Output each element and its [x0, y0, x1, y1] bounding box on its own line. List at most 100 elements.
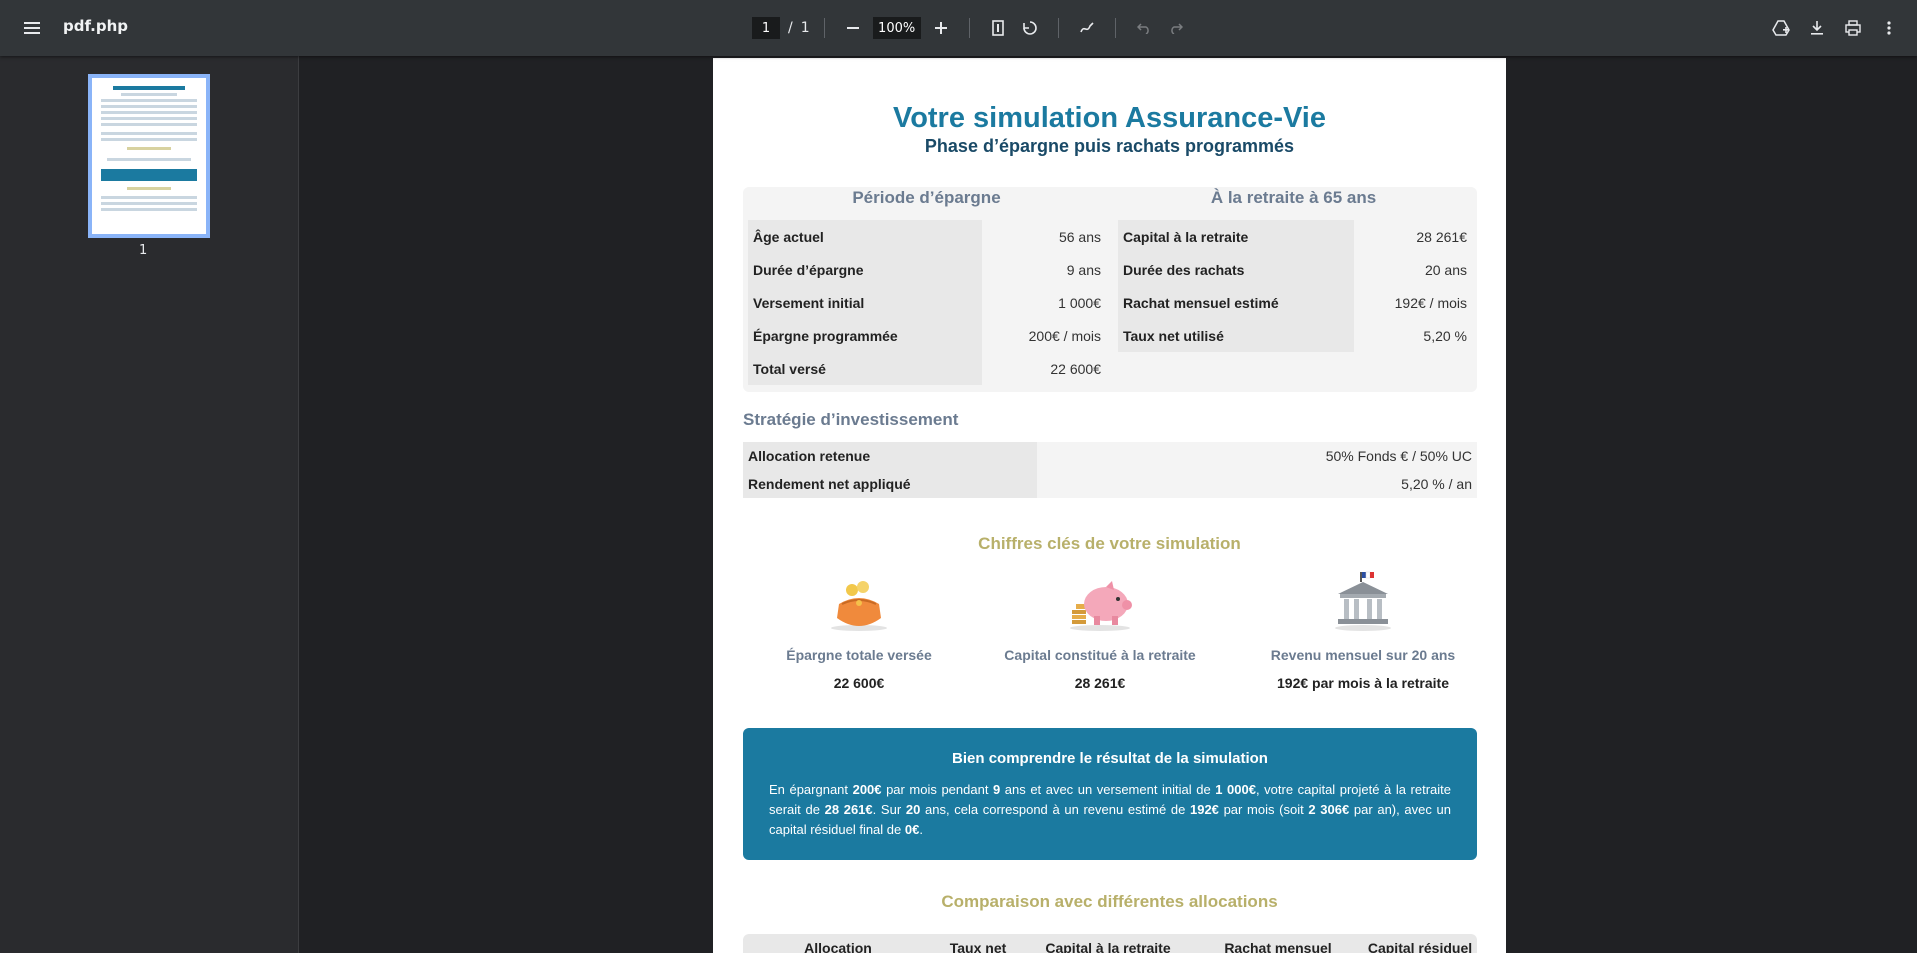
row-label: Durée des rachats [1118, 253, 1355, 286]
row-value: 20 ans [1424, 261, 1467, 278]
explanation-fragment: par mois pendant [881, 782, 993, 797]
strategy-table: Allocation retenue 50% Fonds € / 50% UC Re… [743, 442, 1477, 498]
toolbar-divider [823, 18, 825, 38]
row-label: Taux net utilisé [1118, 319, 1355, 352]
explanation-fragment: ans et avec un versement initial de [1000, 782, 1216, 797]
explanation-text: En épargnant 200€ par mois pendant 9 ans… [769, 780, 1451, 840]
row-value: 1 000€ [1058, 294, 1101, 311]
toolbar-divider [1114, 18, 1116, 38]
simulation-subtitle: Phase d’épargne puis rachats programmés [924, 136, 1295, 156]
thumbnail-title-line [113, 86, 185, 90]
table-row: Total versé 22 600€ [748, 352, 1106, 385]
key-figure-income: Revenu mensuel sur 20 ans 192€ par mois … [1248, 570, 1478, 691]
fit-page-icon[interactable] [984, 14, 1012, 42]
highlight-value: 0€ [904, 822, 920, 837]
save-to-drive-icon[interactable] [1767, 14, 1795, 42]
row-value: 50% Fonds € / 50% UC [1325, 448, 1472, 464]
more-options-icon[interactable] [1875, 14, 1903, 42]
saving-period-heading: Période d’épargne [852, 188, 1001, 207]
row-value: 5,20 % [1423, 327, 1467, 344]
row-label: Capital à la retraite [1118, 220, 1355, 253]
explanation-fragment: En épargnant [769, 782, 853, 797]
highlight-value: 200€ [852, 782, 882, 797]
table-row: Durée des rachats 20 ans [1118, 253, 1472, 286]
key-figure-capital: Capital constitué à la retraite 28 261€ [985, 570, 1215, 691]
redo-icon[interactable] [1162, 14, 1190, 42]
row-value: 200€ / mois [1028, 327, 1101, 344]
annotate-pen-icon[interactable] [1073, 14, 1101, 42]
explanation-fragment: . Sur [872, 802, 906, 817]
thumbnail-sidebar: 1 [0, 56, 299, 953]
row-label: Épargne programmée [748, 319, 982, 352]
row-value: 5,20 % / an [1401, 476, 1472, 492]
row-label: Total versé [748, 352, 982, 385]
explanation-fragment: . [919, 822, 923, 837]
coin-purse-icon [744, 570, 974, 632]
row-label: Âge actuel [748, 220, 982, 253]
zoom-out-icon[interactable] [839, 14, 867, 42]
page-total: 1 [800, 20, 810, 36]
key-figure-value: 22 600€ [833, 675, 885, 691]
key-figure-label: Épargne totale versée [786, 647, 932, 663]
highlight-value: 1 000€ [1215, 782, 1256, 797]
key-figure-label: Revenu mensuel sur 20 ans [1270, 647, 1456, 663]
row-value: 22 600€ [1050, 360, 1101, 377]
table-row: Capital à la retraite 28 261€ [1118, 220, 1472, 253]
saving-table: Âge actuel 56 ans Durée d’épargne 9 ans Vers… [748, 220, 1106, 385]
row-label: Allocation retenue [743, 442, 1037, 470]
key-figure-value: 192€ par mois à la retraite [1277, 675, 1449, 691]
comparison-table-header: Allocation Taux net Capital à la retraite R… [743, 934, 1477, 953]
table-row: Épargne programmée 200€ / mois [748, 319, 1106, 352]
key-figures-heading: Chiffres clés de votre simulation [978, 534, 1241, 553]
row-label: Versement initial [748, 286, 982, 319]
rotate-icon[interactable] [1016, 14, 1044, 42]
toolbar-right [1767, 14, 1903, 42]
table-row: Allocation retenue 50% Fonds € / 50% UC [743, 442, 1477, 470]
toolbar-divider [968, 18, 970, 38]
highlight-value: 2 306€ [1308, 802, 1350, 817]
explanation-box: Bien comprendre le résultat de la simula… [743, 728, 1477, 860]
comparison-column-header: Taux net [949, 940, 1007, 953]
table-row: Taux net utilisé 5,20 % [1118, 319, 1472, 352]
pdf-toolbar: pdf.php / 1 [0, 0, 1917, 56]
page-thumbnail[interactable] [88, 74, 210, 238]
download-icon[interactable] [1803, 14, 1831, 42]
key-figure-savings: Épargne totale versée 22 600€ [744, 570, 974, 691]
table-row: Durée d’épargne 9 ans [748, 253, 1106, 286]
retirement-heading: À la retraite à 65 ans [1210, 188, 1377, 207]
key-figure-label: Capital constitué à la retraite [1004, 647, 1196, 663]
print-icon[interactable] [1839, 14, 1867, 42]
row-value: 9 ans [1066, 261, 1101, 278]
row-label: Rachat mensuel estimé [1118, 286, 1355, 319]
comparison-column-header: Capital à la retraite [1045, 940, 1171, 953]
thumbnail-page-number: 1 [139, 243, 148, 258]
page-separator: / [788, 20, 793, 36]
row-value: 192€ / mois [1394, 294, 1467, 311]
thumbnail-info-box [101, 169, 197, 181]
zoom-input[interactable] [872, 17, 921, 39]
table-row: Versement initial 1 000€ [748, 286, 1106, 319]
simulation-title: Votre simulation Assurance-Vie [893, 102, 1326, 134]
retirement-table: Capital à la retraite 28 261€ Durée des ra… [1118, 220, 1472, 352]
row-value: 56 ans [1058, 228, 1101, 245]
row-value: 28 261€ [1416, 228, 1467, 245]
page-number-input[interactable] [752, 17, 780, 39]
explanation-title: Bien comprendre le résultat de la simula… [952, 750, 1268, 767]
menu-icon[interactable] [18, 14, 46, 42]
zoom-in-icon[interactable] [927, 14, 955, 42]
row-label: Rendement net appliqué [743, 470, 1037, 498]
row-label: Durée d’épargne [748, 253, 982, 286]
explanation-fragment: ans, cela correspond à un revenu estimé … [920, 802, 1190, 817]
pdf-page: Votre simulation Assurance-Vie Phase d’é… [713, 58, 1506, 953]
table-row: Âge actuel 56 ans [748, 220, 1106, 253]
highlight-value: 192€ [1189, 802, 1219, 817]
piggy-bank-icon [985, 570, 1215, 632]
highlight-value: 28 261€ [824, 802, 873, 817]
key-figure-value: 28 261€ [1074, 675, 1126, 691]
highlight-value: 20 [905, 802, 921, 817]
toolbar-controls: / 1 [752, 16, 1190, 40]
undo-icon[interactable] [1130, 14, 1158, 42]
explanation-fragment: par mois (soit [1218, 802, 1309, 817]
comparison-column-header: Capital résiduel [1367, 940, 1473, 953]
strategy-heading: Stratégie d’investissement [743, 410, 959, 429]
